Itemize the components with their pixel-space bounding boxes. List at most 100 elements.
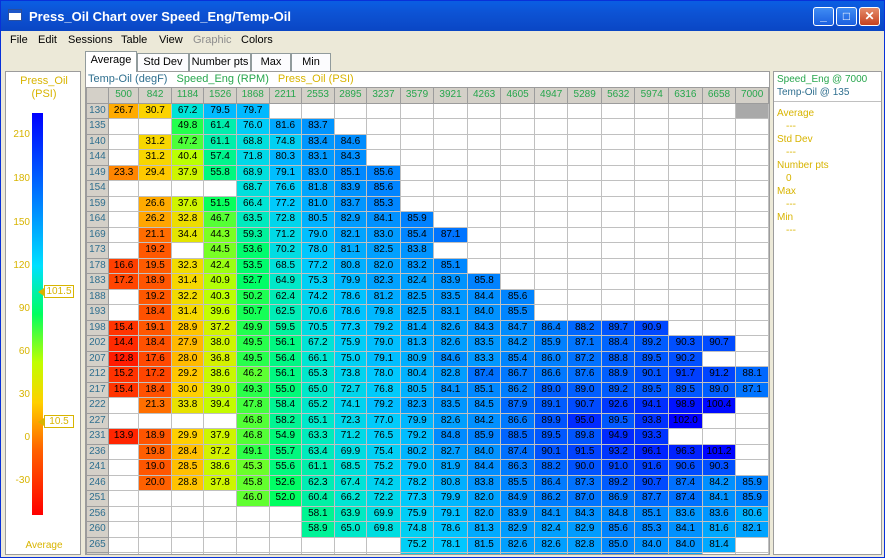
value-cell[interactable] [735,180,769,197]
value-cell[interactable] [567,195,602,212]
value-cell[interactable] [735,273,769,290]
row-header[interactable]: 159 [86,195,109,212]
value-cell[interactable]: 101.2 [701,443,737,460]
value-cell[interactable] [399,164,435,181]
value-cell[interactable]: 77.0 [433,552,468,554]
value-cell[interactable] [634,226,669,243]
value-cell[interactable]: 75.3 [301,273,335,290]
tab-max[interactable]: Max [251,53,291,71]
value-cell[interactable]: 26.6 [138,195,172,212]
value-cell[interactable] [533,211,569,228]
value-cell[interactable]: 88.8 [600,350,636,367]
value-cell[interactable]: 15.2 [107,366,140,383]
value-cell[interactable]: 45.3 [235,459,270,476]
value-cell[interactable] [735,350,769,367]
value-cell[interactable]: 82.6 [433,335,468,352]
value-cell[interactable] [668,180,703,197]
maximize-button[interactable]: □ [836,7,857,26]
value-cell[interactable] [668,195,703,212]
value-cell[interactable]: 85.1 [466,381,502,398]
value-cell[interactable]: 83.0 [366,226,401,243]
value-cell[interactable] [533,102,569,119]
value-cell[interactable]: 94.9 [600,428,636,445]
value-cell[interactable]: 18.9 [138,428,172,445]
value-cell[interactable]: 90.6 [668,459,703,476]
value-cell[interactable]: 84.6 [333,133,368,150]
value-cell[interactable]: 80.9 [533,552,569,554]
value-cell[interactable]: 80.5 [301,211,335,228]
value-cell[interactable]: 18.4 [138,304,172,321]
column-header[interactable]: 3921 [433,87,468,104]
value-cell[interactable] [668,118,703,135]
value-cell[interactable] [107,459,140,476]
value-cell[interactable]: 82.3 [366,273,401,290]
value-cell[interactable]: 85.0 [600,536,636,553]
value-cell[interactable] [107,226,140,243]
row-header[interactable]: 173 [86,242,109,259]
value-cell[interactable]: 81.6 [701,521,737,538]
value-cell[interactable]: 89.5 [600,412,636,429]
value-cell[interactable] [107,443,140,460]
value-cell[interactable] [701,133,737,150]
tab-min[interactable]: Min [291,53,331,71]
column-header[interactable]: 3237 [366,87,401,104]
value-cell[interactable] [634,149,669,166]
value-cell[interactable] [634,273,669,290]
value-cell[interactable]: 90.7 [567,397,602,414]
value-cell[interactable] [466,195,502,212]
value-cell[interactable]: 77.2 [268,195,303,212]
value-cell[interactable] [533,226,569,243]
value-cell[interactable] [533,257,569,274]
value-cell[interactable]: 17.2 [107,273,140,290]
value-cell[interactable]: 85.5 [500,304,535,321]
value-cell[interactable] [235,505,270,522]
value-cell[interactable]: 58.2 [268,412,303,429]
value-cell[interactable]: 83.5 [466,335,502,352]
value-cell[interactable] [433,195,468,212]
value-cell[interactable]: 28.4 [170,443,205,460]
value-cell[interactable]: 33.8 [170,397,205,414]
value-cell[interactable]: 88.1 [735,366,769,383]
value-cell[interactable] [203,521,237,538]
value-cell[interactable]: 79.0 [399,459,435,476]
value-cell[interactable]: 82.6 [567,552,602,554]
value-cell[interactable] [399,180,435,197]
value-cell[interactable]: 89.0 [567,381,602,398]
value-cell[interactable]: 79.9 [433,490,468,507]
value-cell[interactable]: 72.7 [333,381,368,398]
value-cell[interactable]: 87.0 [567,490,602,507]
value-cell[interactable] [634,164,669,181]
value-cell[interactable] [466,211,502,228]
value-cell[interactable]: 70.5 [301,319,335,336]
value-cell[interactable]: 79.2 [399,428,435,445]
value-cell[interactable]: 58.9 [301,521,335,538]
value-cell[interactable] [500,242,535,259]
value-cell[interactable]: 79.1 [433,505,468,522]
value-cell[interactable]: 85.3 [634,521,669,538]
value-cell[interactable]: 83.9 [333,180,368,197]
value-cell[interactable] [170,180,205,197]
value-cell[interactable] [138,180,172,197]
value-cell[interactable]: 52.7 [235,273,270,290]
column-header[interactable]: 500 [107,87,140,104]
value-cell[interactable]: 92.6 [600,397,636,414]
value-cell[interactable] [170,242,205,259]
value-cell[interactable]: 86.4 [533,319,569,336]
value-cell[interactable]: 74.8 [268,133,303,150]
value-cell[interactable] [333,552,368,554]
row-header[interactable]: 149 [86,164,109,181]
value-cell[interactable] [634,180,669,197]
value-cell[interactable]: 34.4 [170,226,205,243]
value-cell[interactable]: 86.5 [600,552,636,554]
value-cell[interactable] [735,118,769,135]
value-cell[interactable]: 84.1 [701,490,737,507]
value-cell[interactable]: 83.3 [466,350,502,367]
row-header[interactable]: 256 [86,505,109,522]
value-cell[interactable]: 85.9 [735,490,769,507]
column-header[interactable]: 6316 [668,87,703,104]
value-cell[interactable]: 73.8 [333,366,368,383]
value-cell[interactable]: 32.2 [170,288,205,305]
value-cell[interactable] [567,304,602,321]
value-cell[interactable] [567,180,602,197]
value-cell[interactable]: 83.7 [301,118,335,135]
